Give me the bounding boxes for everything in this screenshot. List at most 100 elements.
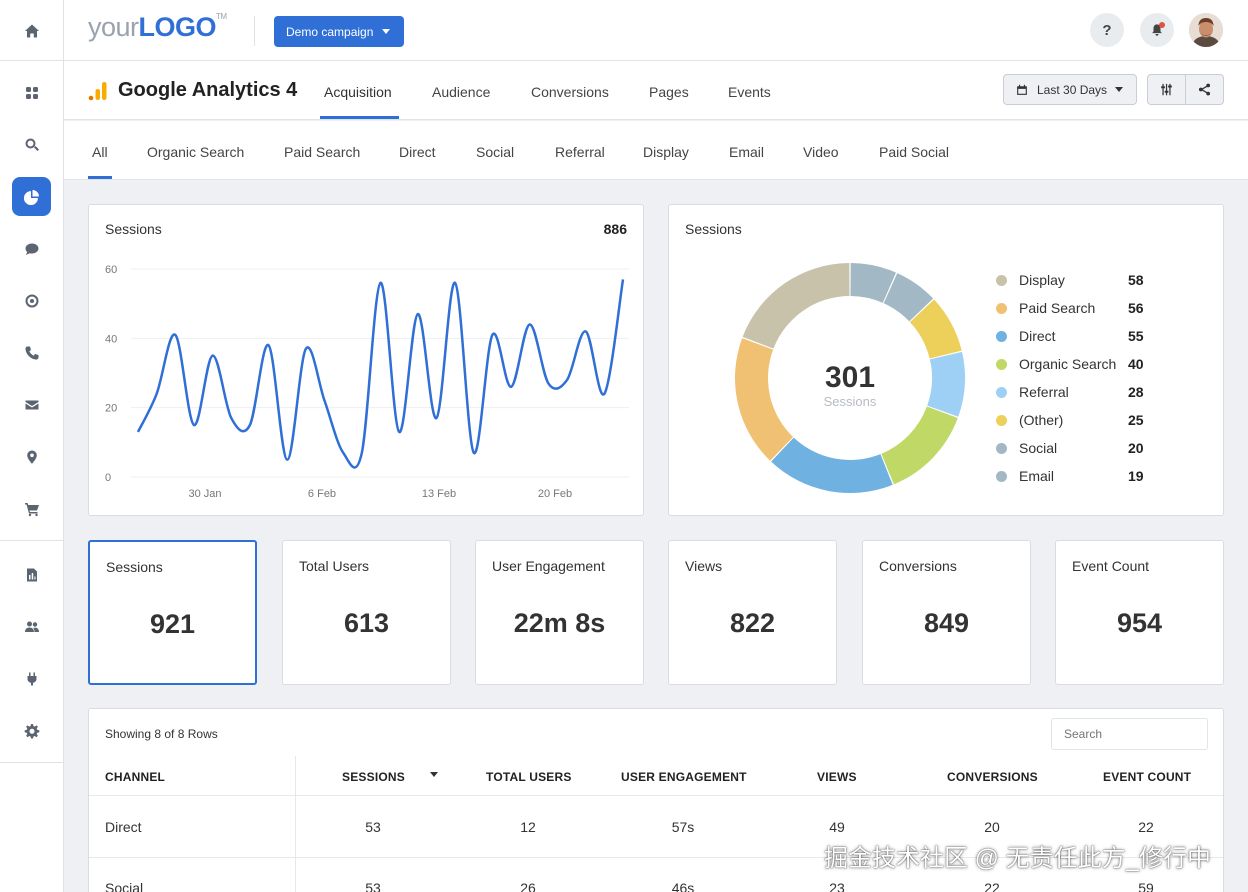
sessions-donut-chart-card: Sessions 301 Sessions Display 58 Paid Searc… bbox=[668, 204, 1224, 516]
help-button[interactable]: ? bbox=[1090, 13, 1124, 47]
legend-value: 56 bbox=[1128, 300, 1144, 316]
legend-item[interactable]: Paid Search 56 bbox=[996, 299, 1156, 319]
tab-pages[interactable]: Pages bbox=[649, 84, 689, 100]
legend-value: 28 bbox=[1128, 384, 1144, 400]
home-icon[interactable] bbox=[12, 11, 51, 50]
donut-slice-paid-search[interactable] bbox=[735, 338, 794, 461]
cell-views: 23 bbox=[829, 880, 845, 892]
notifications-button[interactable] bbox=[1140, 13, 1174, 47]
users-icon[interactable] bbox=[12, 607, 51, 646]
legend-value: 40 bbox=[1128, 356, 1144, 372]
chat-icon[interactable] bbox=[12, 229, 51, 268]
channel-tab-email[interactable]: Email bbox=[729, 144, 764, 160]
kpi-user-engagement[interactable]: User Engagement 22m 8s bbox=[475, 540, 644, 685]
channel-tab-social[interactable]: Social bbox=[476, 144, 514, 160]
kpi-conversions[interactable]: Conversions 849 bbox=[862, 540, 1031, 685]
x-tick-label: 20 Feb bbox=[538, 488, 572, 500]
legend-item[interactable]: Organic Search 40 bbox=[996, 355, 1156, 375]
kpi-value: 22m 8s bbox=[513, 608, 606, 638]
tab-conversions[interactable]: Conversions bbox=[531, 84, 609, 100]
legend-item[interactable]: (Other) 25 bbox=[996, 411, 1156, 431]
cell-total-users: 26 bbox=[520, 880, 536, 892]
legend-label: Referral bbox=[1019, 384, 1069, 400]
kpi-event-count[interactable]: Event Count 954 bbox=[1055, 540, 1224, 685]
brand-logo[interactable]: yourLOGOTM bbox=[88, 12, 227, 43]
kpi-sessions[interactable]: Sessions 921 bbox=[88, 540, 257, 685]
donut-center-value: 301 bbox=[825, 361, 875, 394]
active-tab-indicator bbox=[320, 116, 399, 119]
donut-slice-organic-search[interactable] bbox=[881, 406, 958, 485]
tab-audience[interactable]: Audience bbox=[432, 84, 490, 100]
location-pin-icon[interactable] bbox=[12, 437, 51, 476]
legend-item[interactable]: Display 58 bbox=[996, 271, 1156, 291]
sessions-series-line bbox=[136, 279, 625, 469]
tab-acquisition[interactable]: Acquisition bbox=[324, 84, 392, 100]
phone-icon[interactable] bbox=[12, 333, 51, 372]
legend-label: Social bbox=[1019, 440, 1058, 456]
channel-tab-display[interactable]: Display bbox=[643, 144, 689, 160]
cart-icon[interactable] bbox=[12, 489, 51, 528]
legend-item[interactable]: Email 19 bbox=[996, 467, 1156, 487]
channel-tab-all[interactable]: All bbox=[92, 144, 108, 160]
cell-total-users: 12 bbox=[520, 819, 536, 835]
column-header-channel[interactable]: CHANNEL bbox=[105, 770, 165, 784]
share-button[interactable] bbox=[1185, 75, 1223, 104]
report-icon[interactable] bbox=[12, 555, 51, 594]
kpi-label: Event Count bbox=[1072, 558, 1150, 574]
donut-center-label: Sessions bbox=[824, 394, 877, 409]
column-header-user-engagement[interactable]: USER ENGAGEMENT bbox=[621, 770, 747, 784]
share-icon bbox=[1198, 83, 1211, 96]
google-analytics-icon bbox=[88, 82, 107, 101]
kpi-total-users[interactable]: Total Users 613 bbox=[282, 540, 451, 685]
channel-tab-paid-social[interactable]: Paid Social bbox=[879, 144, 949, 160]
mail-icon[interactable] bbox=[12, 385, 51, 424]
column-header-conversions[interactable]: CONVERSIONS bbox=[947, 770, 1038, 784]
pie-chart-icon[interactable] bbox=[12, 177, 51, 216]
plug-icon[interactable] bbox=[12, 659, 51, 698]
notification-dot bbox=[1159, 22, 1165, 28]
kpi-value: 613 bbox=[343, 608, 390, 638]
column-header-views[interactable]: VIEWS bbox=[817, 770, 857, 784]
cell-conversions: 20 bbox=[984, 819, 1000, 835]
column-header-total-users[interactable]: TOTAL USERS bbox=[486, 770, 572, 784]
filter-settings-button[interactable] bbox=[1148, 75, 1185, 104]
settings-gear-icon[interactable] bbox=[12, 711, 51, 750]
column-divider bbox=[295, 756, 296, 892]
channel-tab-direct[interactable]: Direct bbox=[399, 144, 436, 160]
campaign-dropdown-button[interactable]: Demo campaign bbox=[274, 16, 404, 47]
kpi-value: 954 bbox=[1116, 608, 1163, 638]
legend-swatch bbox=[996, 359, 1007, 370]
sort-desc-icon[interactable] bbox=[430, 772, 438, 777]
channel-tab-video[interactable]: Video bbox=[803, 144, 839, 160]
channel-tab-referral[interactable]: Referral bbox=[555, 144, 605, 160]
cell-channel: Direct bbox=[105, 819, 142, 835]
channel-tab-organic-search[interactable]: Organic Search bbox=[147, 144, 244, 160]
page-title: Google Analytics 4 bbox=[118, 79, 298, 101]
donut-slice-referral[interactable] bbox=[927, 351, 965, 417]
legend-value: 20 bbox=[1128, 440, 1144, 456]
donut-slice-display[interactable] bbox=[742, 263, 850, 349]
date-range-dropdown[interactable]: Last 30 Days bbox=[1003, 74, 1137, 105]
user-avatar[interactable] bbox=[1189, 13, 1223, 47]
cell-sessions: 53 bbox=[365, 880, 381, 892]
kpi-views[interactable]: Views 822 bbox=[668, 540, 837, 685]
legend-item[interactable]: Social 20 bbox=[996, 439, 1156, 459]
column-header-sessions[interactable]: SESSIONS bbox=[342, 770, 405, 784]
report-actions bbox=[1147, 74, 1224, 105]
table-search-input[interactable] bbox=[1051, 718, 1208, 750]
x-tick-label: 30 Jan bbox=[188, 488, 221, 500]
legend-item[interactable]: Direct 55 bbox=[996, 327, 1156, 347]
legend-swatch bbox=[996, 331, 1007, 342]
cell-channel: Social bbox=[105, 880, 144, 892]
target-icon[interactable] bbox=[12, 281, 51, 320]
dashboard-icon[interactable] bbox=[12, 73, 51, 112]
column-header-event-count[interactable]: EVENT COUNT bbox=[1103, 770, 1191, 784]
donut-slice-direct[interactable] bbox=[771, 437, 893, 493]
tab-events[interactable]: Events bbox=[728, 84, 771, 100]
channel-tab-paid-search[interactable]: Paid Search bbox=[284, 144, 360, 160]
search-icon[interactable] bbox=[12, 125, 51, 164]
cell-user-engagement: 46s bbox=[671, 880, 695, 892]
legend-value: 55 bbox=[1128, 328, 1144, 344]
row-count-label: Showing 8 of 8 Rows bbox=[105, 727, 218, 741]
legend-item[interactable]: Referral 28 bbox=[996, 383, 1156, 403]
